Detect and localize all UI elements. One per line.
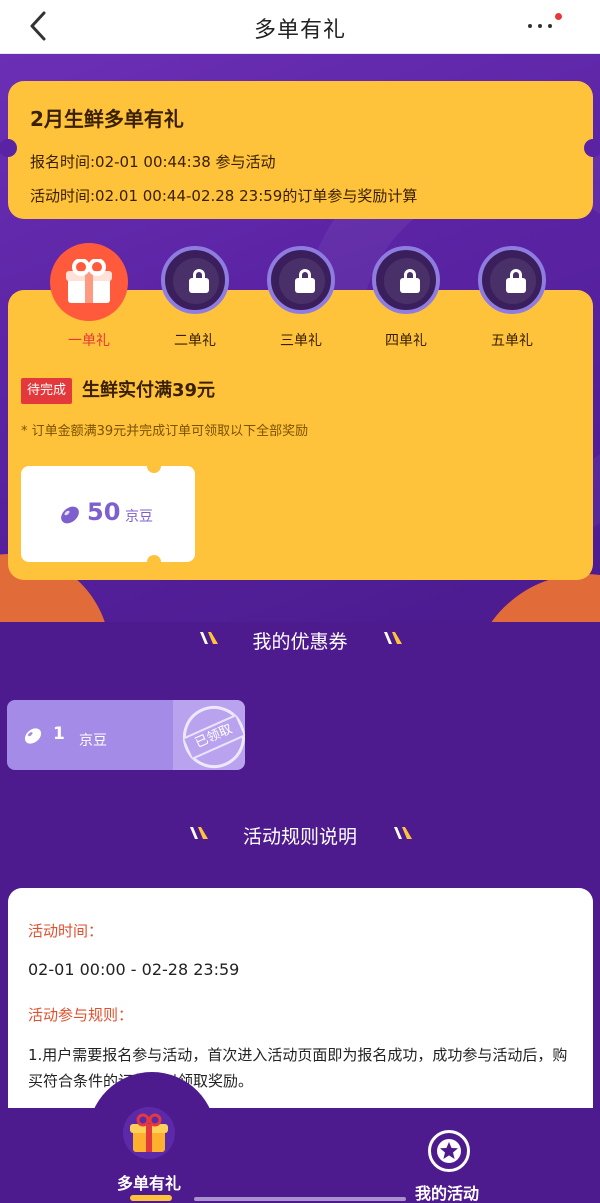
time-heading: 活动时间： xyxy=(28,922,104,940)
signup-time: 报名时间:02-01 00:44:38 参与活动 xyxy=(30,153,276,171)
step-4-label: 四单礼 xyxy=(385,333,427,349)
coupon-unit: 京豆 xyxy=(79,733,107,749)
reward-unit: 京豆 xyxy=(125,509,153,525)
status-badge: 待完成 xyxy=(21,378,73,404)
home-indicator xyxy=(194,1197,406,1201)
reward-ticket: 50 京豆 xyxy=(21,459,195,569)
more-options-icon[interactable] xyxy=(528,13,562,34)
jingdou-bean-icon xyxy=(24,728,42,744)
rules-heading: 活动参与规则： xyxy=(28,1006,134,1024)
coupon-amount: 1 xyxy=(53,724,65,744)
activity-info-card: 2月生鲜多单有礼 报名时间:02-01 00:44:38 参与活动 活动时间:0… xyxy=(0,81,600,219)
rules-card: 活动时间： 02-01 00:00 - 02-28 23:59 活动参与规则： … xyxy=(8,888,593,1128)
step-1-button[interactable] xyxy=(50,243,128,321)
watermark-decoration xyxy=(322,338,593,580)
activity-time: 活动时间:02.01 00:44-02.28 23:59的订单参与奖励计算 xyxy=(30,187,418,205)
section-mark-icon xyxy=(394,827,412,839)
lock-icon xyxy=(398,268,422,294)
step-2-label: 二单礼 xyxy=(174,333,216,349)
lock-icon xyxy=(504,268,528,294)
page-title: 多单有礼 xyxy=(253,18,346,43)
requirement-title: 生鲜实付满39元 xyxy=(82,380,216,401)
coupons-section-title: 我的优惠券 xyxy=(252,631,348,653)
lock-icon xyxy=(187,268,211,294)
lock-icon xyxy=(293,268,317,294)
section-mark-icon xyxy=(384,632,402,644)
step-3-button[interactable] xyxy=(267,246,335,314)
claimed-stamp-text: 已领取 xyxy=(183,714,245,760)
reward-amount: 50 xyxy=(87,498,121,526)
step-5-label: 五单礼 xyxy=(491,333,533,349)
step-2-button[interactable] xyxy=(161,246,229,314)
active-tab-indicator xyxy=(130,1195,172,1201)
coupon-card[interactable]: 1 京豆 已领取 xyxy=(7,700,245,770)
gift-tab-icon[interactable] xyxy=(120,1106,178,1160)
step-1-label: 一单礼 xyxy=(68,333,110,349)
step-3-label: 三单礼 xyxy=(280,333,322,349)
star-tab-icon[interactable] xyxy=(428,1130,470,1172)
jingdou-bean-icon xyxy=(61,506,79,524)
tab-multi-order-gift[interactable]: 多单有礼 xyxy=(117,1170,181,1194)
time-value: 02-01 00:00 - 02-28 23:59 xyxy=(28,960,240,979)
rules-section-title: 活动规则说明 xyxy=(242,826,357,848)
nav-bar: 多单有礼 xyxy=(0,0,600,54)
step-5-button[interactable] xyxy=(478,246,546,314)
gift-box-icon xyxy=(66,259,112,303)
notification-dot xyxy=(555,13,562,20)
activity-title: 2月生鲜多单有礼 xyxy=(30,107,184,131)
tab-my-activities[interactable]: 我的活动 xyxy=(415,1180,479,1203)
requirement-note: * 订单金额满39元并完成订单可领取以下全部奖励 xyxy=(21,424,309,439)
step-4-button[interactable] xyxy=(372,246,440,314)
